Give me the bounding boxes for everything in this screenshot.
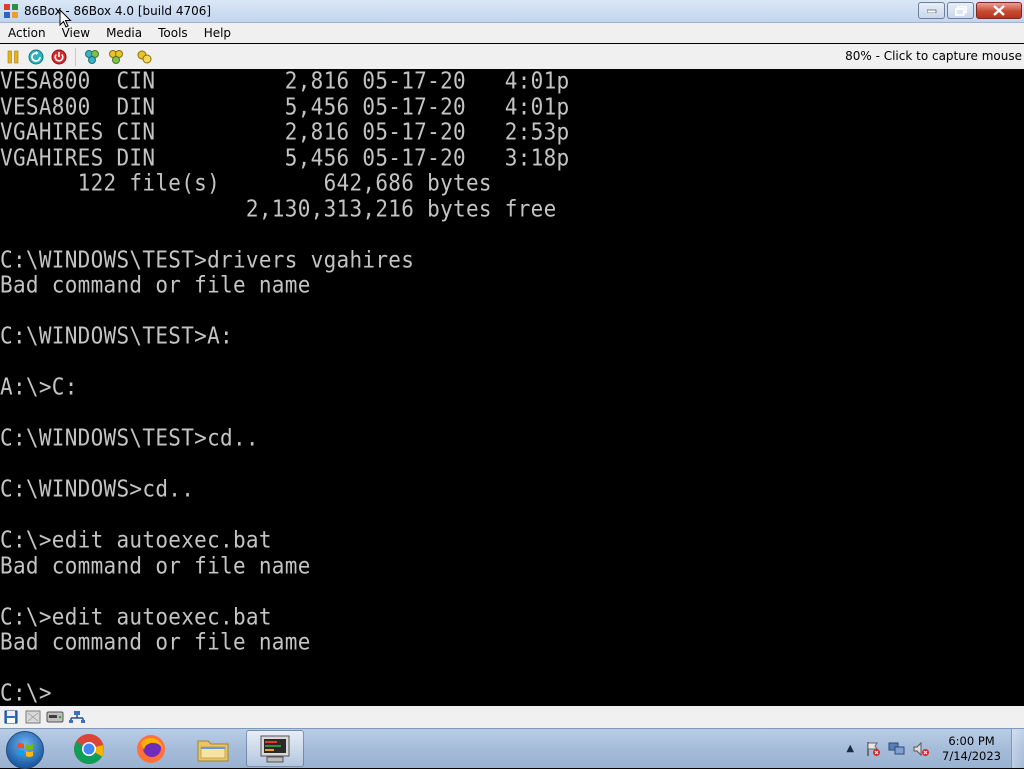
network-tray-icon[interactable] — [888, 740, 906, 758]
86box-app-icon — [4, 4, 18, 18]
volume-muted-icon[interactable] — [912, 740, 930, 758]
taskbar: ▲ 6:00 PM 7/14/2023 — [0, 728, 1024, 769]
emulator-screen[interactable]: VESA800 CIN 2,816 05-17-20 4:01p VESA800 … — [0, 69, 1024, 706]
menu-action[interactable]: Action — [0, 23, 54, 43]
dos-console-line: C:\>edit autoexec.bat — [0, 527, 272, 553]
toolbar-separator — [75, 47, 76, 66]
show-hidden-icons-arrow-icon[interactable]: ▲ — [846, 743, 854, 754]
toolbar: 80% - Click to capture mouse — [0, 44, 1024, 69]
close-button[interactable] — [976, 2, 1022, 19]
file-explorer-icon[interactable] — [184, 730, 242, 767]
dos-console-line: Bad command or file name — [0, 552, 311, 579]
dos-console-line: 2,130,313,216 bytes free — [0, 195, 557, 222]
chrome-icon[interactable] — [60, 730, 118, 767]
network-icon[interactable] — [68, 709, 86, 725]
dos-console-line: VESA800 DIN 5,456 05-17-20 4:01p — [0, 93, 570, 120]
dos-console-line: VESA800 CIN 2,816 05-17-20 4:01p — [0, 69, 570, 94]
dos-console-line: C:\> — [0, 680, 52, 706]
menu-tools[interactable]: Tools — [150, 23, 196, 43]
dos-console-line: Bad command or file name — [0, 629, 311, 655]
taskbar-clock[interactable]: 6:00 PM 7/14/2023 — [942, 734, 1001, 764]
action-center-icon[interactable] — [864, 740, 882, 758]
start-button[interactable] — [6, 731, 44, 769]
clock-time: 6:00 PM — [948, 733, 995, 748]
dos-console-line: A:\>C: — [0, 374, 78, 400]
ctrl-alt-del-icon[interactable] — [106, 47, 126, 67]
cdrom-drive-icon[interactable] — [24, 709, 42, 725]
dos-console-line: VGAHIRES CIN 2,816 05-17-20 2:53p — [0, 119, 570, 145]
dos-console-line: C:\>edit autoexec.bat — [0, 603, 272, 630]
dos-console-line: VGAHIRES DIN 5,456 05-17-20 3:18p — [0, 144, 570, 171]
hard-disk-icon[interactable] — [46, 709, 64, 725]
show-desktop-button[interactable] — [1011, 729, 1024, 768]
dos-console-line: 122 file(s) 642,686 bytes — [0, 170, 492, 196]
emulator-status-bar — [0, 706, 1024, 728]
clock-date: 7/14/2023 — [942, 748, 1001, 763]
mouse-capture-status: 80% - Click to capture mouse — [845, 49, 1022, 63]
minimize-button[interactable] — [918, 2, 945, 19]
86box-taskbar-button[interactable] — [246, 730, 304, 767]
menu-bar: Action View Media Tools Help — [0, 23, 1024, 43]
menu-media[interactable]: Media — [98, 23, 150, 43]
firefox-icon[interactable] — [122, 730, 180, 767]
restore-button[interactable] — [947, 2, 974, 19]
dos-console-line: C:\WINDOWS\TEST>drivers vgahires — [0, 246, 415, 273]
dos-console-line: C:\WINDOWS\TEST>A: — [0, 323, 233, 349]
settings-icon[interactable] — [82, 47, 102, 67]
floppy-drive-icon[interactable] — [2, 709, 20, 725]
dos-console-line: Bad command or file name — [0, 272, 311, 298]
menu-help[interactable]: Help — [196, 23, 239, 43]
window-title-bar[interactable]: 86Box - 86Box 4.0 [build 4706] — [0, 0, 1024, 23]
pause-icon[interactable] — [3, 47, 23, 67]
reset-icon[interactable] — [26, 47, 46, 67]
dos-console-line: C:\WINDOWS>cd.. — [0, 476, 195, 502]
power-off-icon[interactable] — [49, 47, 69, 67]
ctrl-alt-esc-icon[interactable] — [134, 47, 154, 67]
dos-console-line: C:\WINDOWS\TEST>cd.. — [0, 425, 259, 451]
window-title: 86Box - 86Box 4.0 [build 4706] — [24, 4, 212, 18]
system-tray: ▲ 6:00 PM 7/14/2023 — [846, 729, 1024, 768]
